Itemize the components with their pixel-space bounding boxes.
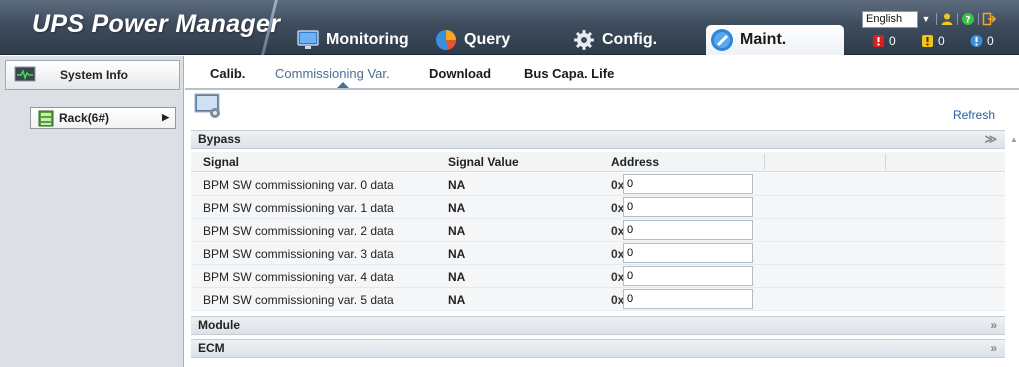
address-input[interactable] xyxy=(623,243,753,263)
address-input[interactable] xyxy=(623,174,753,194)
signal-value: NA xyxy=(448,247,466,261)
column-address: Address xyxy=(611,155,660,169)
pie-chart-icon xyxy=(436,30,456,50)
section-ecm-title: ECM xyxy=(198,341,225,355)
signal-name: BPM SW commissioning var. 3 data xyxy=(203,247,394,261)
sidebar-item-rack-label: Rack(6#) xyxy=(59,111,110,125)
system-toolbar: ? xyxy=(936,12,996,26)
signal-value: NA xyxy=(448,293,466,307)
signal-name: BPM SW commissioning var. 2 data xyxy=(203,224,394,238)
tab-config[interactable]: Config. xyxy=(568,25,678,55)
gear-icon xyxy=(574,30,594,50)
signal-name: BPM SW commissioning var. 5 data xyxy=(203,293,394,307)
signal-value: NA xyxy=(448,224,466,238)
tab-query[interactable]: Query xyxy=(430,25,530,55)
collapse-icon[interactable]: ≫ xyxy=(984,131,997,148)
table-row: BPM SW commissioning var. 3 data NA 0x xyxy=(191,242,1005,265)
major-alarm-count: 0 xyxy=(938,34,945,48)
tab-config-label: Config. xyxy=(602,31,658,48)
sidebar: System Info Rack(6#) ▶ xyxy=(0,56,184,367)
app-title: UPS Power Manager xyxy=(32,10,281,38)
signal-name: BPM SW commissioning var. 0 data xyxy=(203,178,394,192)
signal-name: BPM SW commissioning var. 1 data xyxy=(203,201,394,215)
tab-download[interactable]: Download xyxy=(429,66,491,81)
table-row: BPM SW commissioning var. 4 data NA 0x xyxy=(191,265,1005,288)
info-alarm-counter[interactable]: 0 xyxy=(970,34,994,48)
help-icon[interactable]: ? xyxy=(961,12,975,26)
info-alarm-icon xyxy=(970,35,983,47)
scroll-up-arrow-icon[interactable]: ▲ xyxy=(1010,135,1018,144)
tab-maint[interactable]: Maint. xyxy=(706,25,844,55)
column-divider xyxy=(764,154,765,170)
column-signal-value: Signal Value xyxy=(448,155,519,169)
top-banner: UPS Power Manager Monitoring Query Confi… xyxy=(0,0,1019,55)
column-signal: Signal xyxy=(203,155,240,169)
svg-text:?: ? xyxy=(965,16,970,26)
section-bypass-title: Bypass xyxy=(198,132,241,146)
signal-name: BPM SW commissioning var. 4 data xyxy=(203,270,394,284)
expand-icon[interactable]: » xyxy=(990,317,997,334)
critical-alarm-icon xyxy=(873,35,884,47)
tab-commissioning-var[interactable]: Commissioning Var. xyxy=(275,66,390,81)
table-row: BPM SW commissioning var. 2 data NA 0x xyxy=(191,219,1005,242)
logout-icon[interactable] xyxy=(982,12,996,26)
table-row: BPM SW commissioning var. 5 data NA 0x xyxy=(191,288,1005,311)
address-input[interactable] xyxy=(623,289,753,309)
chevron-down-icon[interactable]: ▼ xyxy=(918,11,934,28)
main-content: Refresh Bypass ≫ Signal Signal Value Add… xyxy=(185,90,1019,367)
section-module[interactable]: Module » xyxy=(191,316,1005,335)
rack-icon xyxy=(38,110,54,127)
commissioning-page-icon xyxy=(194,93,220,118)
signal-value: NA xyxy=(448,178,466,192)
tab-maint-label: Maint. xyxy=(740,31,787,48)
section-module-title: Module xyxy=(198,318,240,332)
tab-bus-capa-life[interactable]: Bus Capa. Life xyxy=(524,66,614,81)
signal-value: NA xyxy=(448,270,466,284)
active-tab-indicator xyxy=(337,82,349,88)
major-alarm-counter[interactable]: 0 xyxy=(921,34,945,48)
critical-alarm-counter[interactable]: 0 xyxy=(872,34,896,48)
toolbar-separator xyxy=(936,13,937,25)
toolbar-separator xyxy=(978,13,979,25)
sidebar-item-rack[interactable]: Rack(6#) ▶ xyxy=(30,107,176,129)
sidebar-header-label: System Info xyxy=(60,68,129,82)
address-input[interactable] xyxy=(623,220,753,240)
signal-value: NA xyxy=(448,201,466,215)
sub-tab-bar: Calib. Commissioning Var. Download Bus C… xyxy=(185,56,1019,90)
tab-monitoring[interactable]: Monitoring xyxy=(292,25,422,55)
monitor-icon xyxy=(297,30,319,49)
address-input[interactable] xyxy=(623,197,753,217)
section-ecm[interactable]: ECM » xyxy=(191,339,1005,358)
chevron-right-icon: ▶ xyxy=(162,112,169,122)
expand-icon[interactable]: » xyxy=(990,340,997,357)
info-alarm-count: 0 xyxy=(987,34,994,48)
maintenance-icon xyxy=(711,29,733,51)
column-divider xyxy=(885,154,886,170)
table-row: BPM SW commissioning var. 1 data NA 0x xyxy=(191,196,1005,219)
major-alarm-icon xyxy=(922,35,933,47)
tab-monitoring-label: Monitoring xyxy=(326,31,409,48)
table-row: BPM SW commissioning var. 0 data NA 0x xyxy=(191,173,1005,196)
address-input[interactable] xyxy=(623,266,753,286)
tab-query-label: Query xyxy=(464,31,511,48)
language-select[interactable]: English xyxy=(862,11,918,28)
table-header: Signal Signal Value Address xyxy=(191,152,1005,172)
critical-alarm-count: 0 xyxy=(889,34,896,48)
section-bypass[interactable]: Bypass ≫ xyxy=(191,130,1005,149)
sidebar-header-system-info[interactable]: System Info xyxy=(5,60,180,90)
refresh-link[interactable]: Refresh xyxy=(953,108,995,122)
tab-calib[interactable]: Calib. xyxy=(210,66,245,81)
user-icon[interactable] xyxy=(940,12,954,26)
toolbar-separator xyxy=(957,13,958,25)
system-monitor-icon xyxy=(14,66,36,82)
